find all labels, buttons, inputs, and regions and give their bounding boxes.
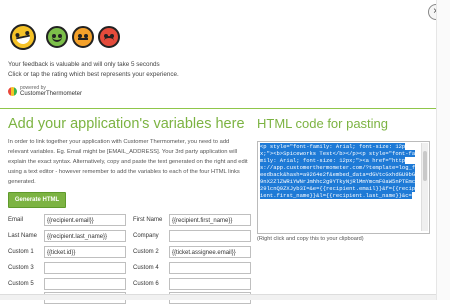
mouth-icon [104, 36, 114, 43]
thermometer-logo-icon [8, 87, 17, 96]
custom2-field[interactable]: {{ticket.assignee.email}} [169, 246, 251, 258]
variables-description: In order to link together your applicati… [8, 139, 248, 185]
custom5-field[interactable] [44, 278, 126, 290]
mouth-icon [78, 38, 88, 40]
html-code-selection: <p style="font-family: Arial; font-size:… [260, 143, 416, 199]
powered-by-logo: powered by CustomerThermometer [8, 86, 82, 97]
custom5-label: Custom 5 [8, 281, 34, 287]
rating-message-line2: Click or tap the rating which best repre… [8, 71, 179, 78]
rating-message-line1: Your feedback is valuable and will only … [8, 61, 160, 68]
html-code-textarea[interactable]: <p style="font-family: Arial; font-size:… [257, 141, 430, 234]
custom1-field[interactable]: {{ticket.id}} [44, 246, 126, 258]
variables-title: Add your application's variables here [8, 116, 245, 132]
powered-by-brand: CustomerThermometer [20, 91, 83, 97]
window-scrollbar[interactable] [436, 0, 450, 300]
face-ok-button[interactable] [46, 26, 68, 48]
html-code-title: HTML code for pasting [257, 116, 389, 131]
face-neutral-button[interactable] [72, 26, 94, 48]
window-bottom-bar [0, 294, 436, 300]
company-label: Company [133, 233, 159, 239]
copy-hint: (Right click and copy this to your clipb… [257, 236, 364, 242]
last-name-field[interactable]: {{recipient.last_name}} [44, 230, 126, 242]
custom6-label: Custom 6 [133, 281, 159, 287]
last-name-label: Last Name [8, 233, 38, 239]
face-sad-button[interactable] [98, 26, 120, 48]
code-scrollbar[interactable] [421, 143, 428, 231]
custom2-label: Custom 2 [133, 249, 159, 255]
custom1-label: Custom 1 [8, 249, 34, 255]
email-label: Email [8, 217, 24, 223]
custom3-field[interactable] [44, 262, 126, 274]
generate-html-button[interactable]: Generate HTML [8, 192, 66, 208]
company-field[interactable] [169, 230, 251, 242]
face-happy-button[interactable] [7, 21, 39, 53]
custom6-field[interactable] [169, 278, 251, 290]
mouth-icon [52, 35, 62, 42]
custom4-label: Custom 4 [133, 265, 159, 271]
feedback-page: × Your feedback is valuable and will onl… [0, 0, 450, 304]
code-scrollbar-thumb[interactable] [423, 151, 427, 181]
rating-message: Your feedback is valuable and will only … [8, 60, 179, 80]
custom4-field[interactable] [169, 262, 251, 274]
mouth-icon [15, 34, 32, 46]
powered-by-text: powered by CustomerThermometer [20, 86, 83, 98]
first-name-field[interactable]: {{recipient.first_name}} [169, 214, 251, 226]
email-field[interactable]: {{recipient.email}} [44, 214, 126, 226]
section-divider [0, 108, 436, 109]
html-code-content: <p style="font-family: Arial; font-size:… [260, 143, 418, 231]
rating-faces [7, 14, 120, 58]
custom3-label: Custom 3 [8, 265, 34, 271]
first-name-label: First Name [133, 217, 163, 223]
